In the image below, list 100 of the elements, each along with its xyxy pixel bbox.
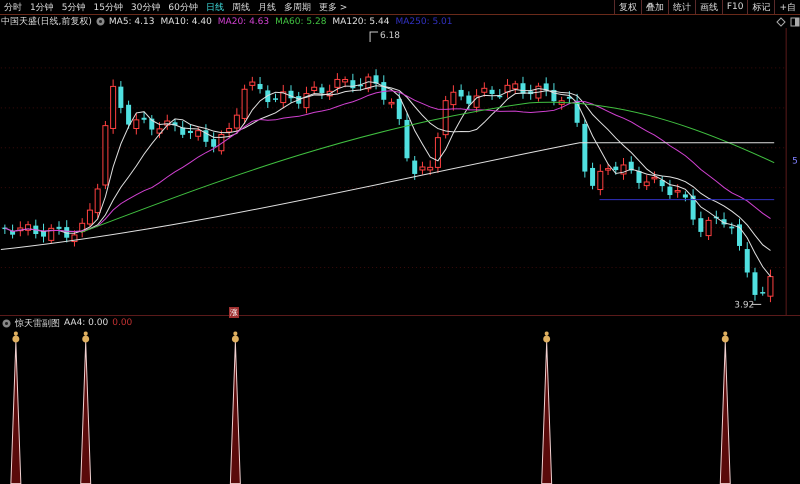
candlestick	[504, 78, 510, 98]
period-tab[interactable]: 日线	[202, 0, 228, 14]
candlestick	[342, 76, 348, 88]
candlestick	[752, 267, 758, 302]
moving-average-value: MA5: 4.13	[108, 16, 154, 26]
moving-average-value: MA10: 4.40	[160, 16, 212, 26]
candlestick	[365, 73, 372, 93]
chart-title: 中国天盛(日线,前复权)	[1, 16, 92, 28]
candlestick	[613, 161, 618, 176]
candlestick	[667, 179, 672, 200]
candlestick	[396, 92, 402, 126]
candlestick	[110, 78, 116, 134]
candlestick	[674, 184, 681, 198]
candlestick	[706, 216, 712, 240]
candlestick	[280, 84, 286, 109]
period-tab[interactable]: 周线	[228, 0, 254, 14]
candlestick	[195, 126, 202, 142]
candlestick	[512, 80, 518, 94]
candlestick	[64, 220, 70, 243]
candlestick	[10, 224, 16, 239]
candlestick	[288, 84, 294, 104]
candlestick	[490, 86, 495, 100]
indicator-value: 0.00	[112, 318, 132, 328]
candlestick	[551, 82, 556, 106]
gourd-icon	[82, 332, 90, 343]
gourd-icon	[232, 332, 239, 343]
period-tab[interactable]: 月线	[254, 0, 280, 14]
candlestick	[180, 120, 186, 138]
candlestick	[2, 224, 8, 234]
period-tab[interactable]: 60分钟	[164, 0, 202, 14]
candlestick	[142, 111, 147, 124]
candlestick	[404, 112, 410, 162]
candlestick	[126, 100, 132, 130]
diamond-icon[interactable]	[776, 16, 786, 26]
period-tab[interactable]: 30分钟	[126, 0, 164, 14]
moving-average-value: MA60: 5.28	[275, 16, 326, 26]
candlestick	[590, 162, 596, 190]
candlestick	[722, 212, 727, 228]
candlestick	[605, 163, 612, 176]
period-tab[interactable]: 15分钟	[89, 0, 127, 14]
candlestick	[303, 86, 310, 114]
settings-icon[interactable]	[2, 318, 11, 328]
candlestick	[466, 90, 472, 110]
candlestick	[133, 112, 140, 135]
candlestick	[258, 76, 263, 94]
candlestick	[203, 124, 208, 148]
candlestick	[535, 82, 542, 102]
low-price-label: 3.92	[734, 300, 762, 310]
candlestick	[729, 222, 734, 235]
candlestick	[273, 93, 278, 103]
period-tab[interactable]: 5分钟	[58, 0, 90, 14]
candlestick	[744, 242, 750, 278]
candlestick	[597, 164, 604, 196]
candlestick	[311, 80, 318, 94]
moving-average-value: MA120: 5.44	[332, 16, 390, 26]
candlestick	[458, 84, 464, 101]
candlestick	[574, 93, 580, 128]
period-tab[interactable]: 分时	[0, 0, 26, 14]
candlestick	[41, 223, 46, 244]
candlestick	[682, 190, 688, 202]
candlestick	[767, 269, 774, 303]
candlestick	[412, 156, 418, 180]
gourd-icon	[12, 332, 20, 343]
indicator-title: 惊天雷副图	[15, 318, 60, 330]
candlestick	[714, 210, 719, 225]
rise-marker: 涨	[229, 307, 239, 318]
panel-icon[interactable]	[790, 16, 800, 26]
period-tab[interactable]: 更多 >	[314, 0, 352, 14]
gourd-icon	[543, 332, 550, 343]
candlestick	[760, 286, 766, 296]
candlestick	[358, 78, 364, 92]
candlestick	[582, 118, 588, 178]
candlestick	[17, 220, 24, 237]
candlestick	[698, 211, 704, 238]
candlestick	[566, 90, 572, 105]
candlestick	[218, 130, 224, 156]
candlestick	[25, 220, 32, 236]
moving-average-value: MA20: 4.63	[218, 16, 270, 26]
period-tab[interactable]: 1分钟	[26, 0, 58, 14]
candlestick	[211, 132, 216, 153]
candlestick	[265, 84, 270, 108]
candlestick	[33, 219, 38, 239]
candlestick	[497, 88, 502, 100]
candlestick	[188, 124, 193, 140]
candlestick	[374, 68, 379, 90]
candlestick	[558, 96, 565, 110]
candlestick	[419, 161, 426, 175]
period-tab[interactable]: 多周期	[280, 0, 315, 14]
moving-average-value: MA250: 5.01	[395, 16, 453, 26]
candlestick	[172, 118, 178, 132]
high-price-label: 6.18	[370, 30, 400, 42]
settings-icon[interactable]	[96, 17, 105, 26]
candlestick	[118, 80, 124, 114]
candlestick	[690, 188, 696, 226]
candlestick	[71, 230, 78, 247]
candlestick	[520, 76, 526, 100]
gourd-icon	[722, 332, 729, 343]
candlestick	[544, 76, 549, 97]
candlestick	[350, 73, 356, 93]
candlestick	[737, 218, 742, 252]
